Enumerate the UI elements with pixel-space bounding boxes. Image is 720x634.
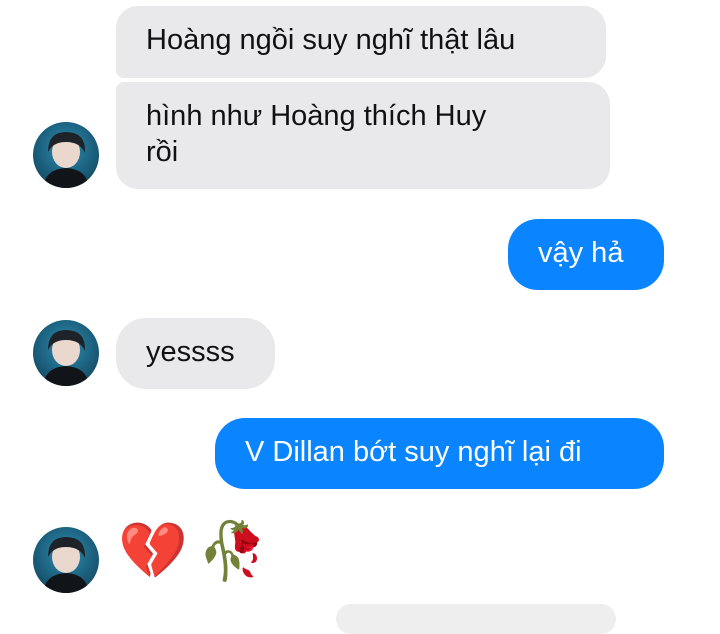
outgoing-message[interactable]: vậy hả [508,219,664,290]
incoming-message[interactable]: yessss [116,318,275,389]
contact-avatar[interactable] [33,527,99,593]
incoming-message[interactable]: Hoàng ngồi suy nghĩ thật lâu [116,6,606,78]
chat-thread: Hoàng ngồi suy nghĩ thật lâu hình như Ho… [0,0,720,634]
contact-avatar[interactable] [33,122,99,188]
partial-message-bubble [336,604,616,634]
wilted-rose-icon: 🥀 [197,519,268,584]
outgoing-message[interactable]: V Dillan bớt suy nghĩ lại đi [215,418,664,489]
emoji-message[interactable]: 💔 🥀 [118,520,267,584]
person-avatar-icon [43,132,89,188]
contact-avatar[interactable] [33,320,99,386]
broken-heart-icon: 💔 [118,519,188,584]
person-avatar-icon [43,537,89,593]
person-avatar-icon [43,330,89,386]
incoming-message[interactable]: hình như Hoàng thích Huy rồi [116,82,610,189]
